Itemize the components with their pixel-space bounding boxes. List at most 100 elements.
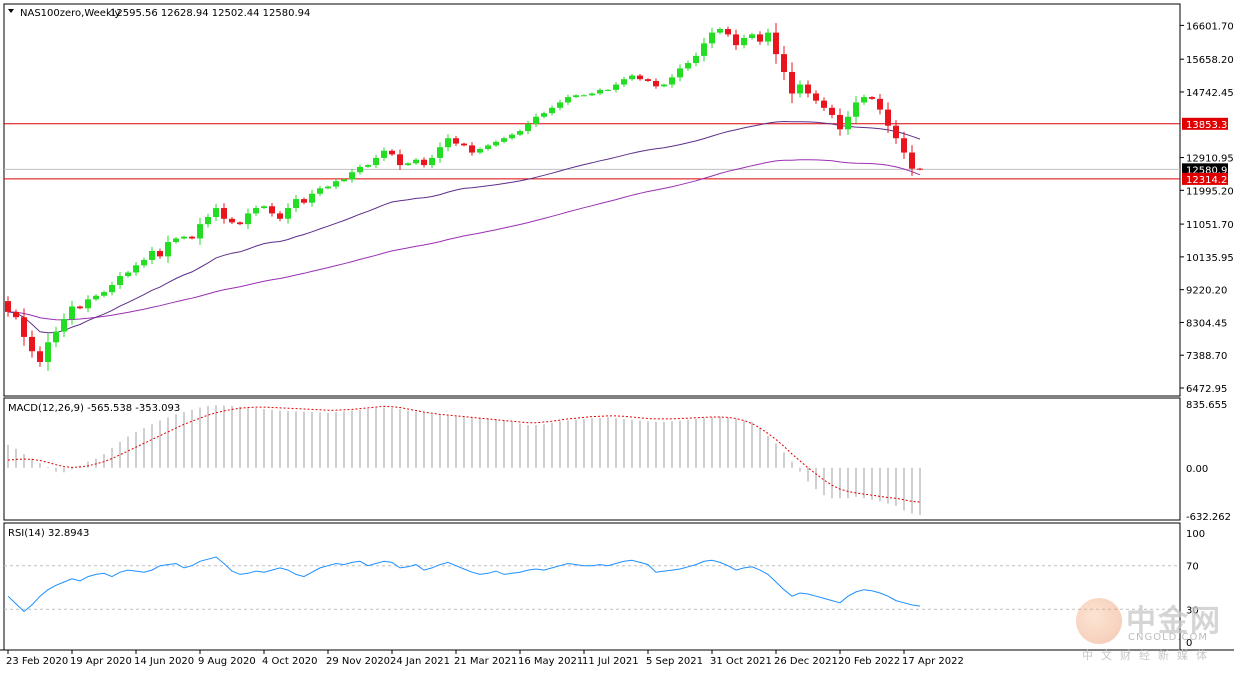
candle-body [37, 351, 43, 362]
candle-body [325, 186, 331, 189]
time-label: 20 Feb 2022 [838, 656, 900, 667]
candle-body [741, 38, 747, 46]
watermark-tagline: 中文财经新媒体 [1082, 649, 1215, 662]
time-label: 23 Feb 2020 [6, 656, 68, 667]
candle-body [789, 72, 795, 94]
candle-body [157, 251, 163, 257]
candle-body [821, 100, 827, 108]
candle-body [29, 336, 35, 352]
price-tick-label: 8304.45 [1186, 318, 1227, 329]
candle-body [733, 34, 739, 46]
time-label: 26 Dec 2021 [774, 656, 838, 667]
candle-body [453, 138, 459, 144]
time-label: 19 Apr 2020 [70, 656, 132, 667]
candle-body [117, 276, 123, 286]
time-label: 24 Jan 2021 [390, 656, 450, 667]
candle-body [77, 306, 83, 309]
candle-body [549, 107, 555, 114]
candle-body [477, 148, 483, 153]
candle-body [493, 141, 499, 146]
candle-body [93, 295, 99, 300]
time-label: 17 Apr 2022 [902, 656, 964, 667]
candle-body [725, 29, 731, 35]
candle-body [485, 145, 491, 149]
candle-body [693, 55, 699, 64]
candle-body [861, 97, 867, 103]
candle-body [525, 123, 531, 132]
candle-body [509, 134, 515, 139]
candle-body [597, 89, 603, 94]
candle-body [805, 84, 811, 94]
candle-body [885, 109, 891, 126]
candle-body [893, 125, 899, 139]
price-tick-label: 9220.20 [1186, 286, 1227, 297]
candle-body [573, 95, 579, 98]
candle-body [293, 199, 299, 209]
candle-body [637, 75, 643, 80]
candle-body [317, 188, 323, 194]
candle-body [461, 143, 467, 146]
candle-body [205, 216, 211, 225]
candle-body [581, 95, 587, 97]
candle-body [69, 306, 75, 320]
moving-average-fast-line [7, 120, 921, 334]
price-label: 13853.35 [1186, 120, 1234, 131]
candle-body [541, 113, 547, 117]
candle-body [909, 152, 915, 169]
time-label: 21 Mar 2021 [454, 656, 517, 667]
candle-body [629, 75, 635, 80]
candle-body [869, 97, 875, 99]
candle-body [781, 54, 787, 73]
candle-body [149, 251, 155, 260]
candle-body [5, 301, 11, 312]
price-tick-label: 15658.20 [1186, 55, 1234, 66]
candle-body [765, 32, 771, 42]
candle-body [141, 259, 147, 266]
candle-body [429, 157, 435, 166]
time-label: 5 Sep 2021 [646, 656, 703, 667]
candle-body [677, 68, 683, 78]
rsi-panel-frame [3, 522, 1181, 651]
candle-body [917, 168, 923, 170]
dropdown-triangle-icon [8, 9, 14, 13]
symbol-title: NAS100zero,Weekly [20, 8, 121, 19]
candle-body [173, 238, 179, 243]
candle-body [877, 98, 883, 110]
candle-body [221, 208, 227, 219]
candle-body [853, 102, 859, 117]
price-tick-label: 6472.95 [1186, 384, 1227, 395]
candle-body [533, 116, 539, 124]
candle-body [437, 147, 443, 158]
candle-body [589, 93, 595, 96]
candle-body [501, 138, 507, 142]
candle-body [285, 208, 291, 219]
candle-body [261, 206, 267, 209]
watermark-logo-icon [1076, 598, 1122, 644]
candle-body [301, 199, 307, 203]
price-tick-label: 11051.70 [1186, 220, 1234, 231]
price-tick-label: 7388.70 [1186, 351, 1227, 362]
candle-body [13, 311, 19, 318]
price-label: 12314.27 [1186, 175, 1234, 186]
candle-body [757, 34, 763, 42]
price-tick-label: 11995.20 [1186, 186, 1234, 197]
candle-body [45, 342, 51, 362]
rsi-line [7, 556, 921, 613]
candle-body [373, 157, 379, 166]
candle-body [717, 29, 723, 33]
candle-body [61, 319, 67, 332]
candle-body [845, 116, 851, 130]
candle-body [357, 166, 363, 173]
candle-body [413, 159, 419, 164]
candle-body [421, 159, 427, 166]
macd-title: MACD(12,26,9) -565.538 -353.093 [8, 403, 180, 414]
moving-average-slow-line [7, 159, 921, 321]
time-label: 4 Oct 2020 [262, 656, 317, 667]
candle-body [253, 208, 259, 214]
candle-body [197, 224, 203, 239]
candle-body [749, 34, 755, 39]
candle-body [669, 77, 675, 85]
candle-body [709, 32, 715, 44]
candle-body [365, 165, 371, 167]
candle-body [445, 138, 451, 148]
